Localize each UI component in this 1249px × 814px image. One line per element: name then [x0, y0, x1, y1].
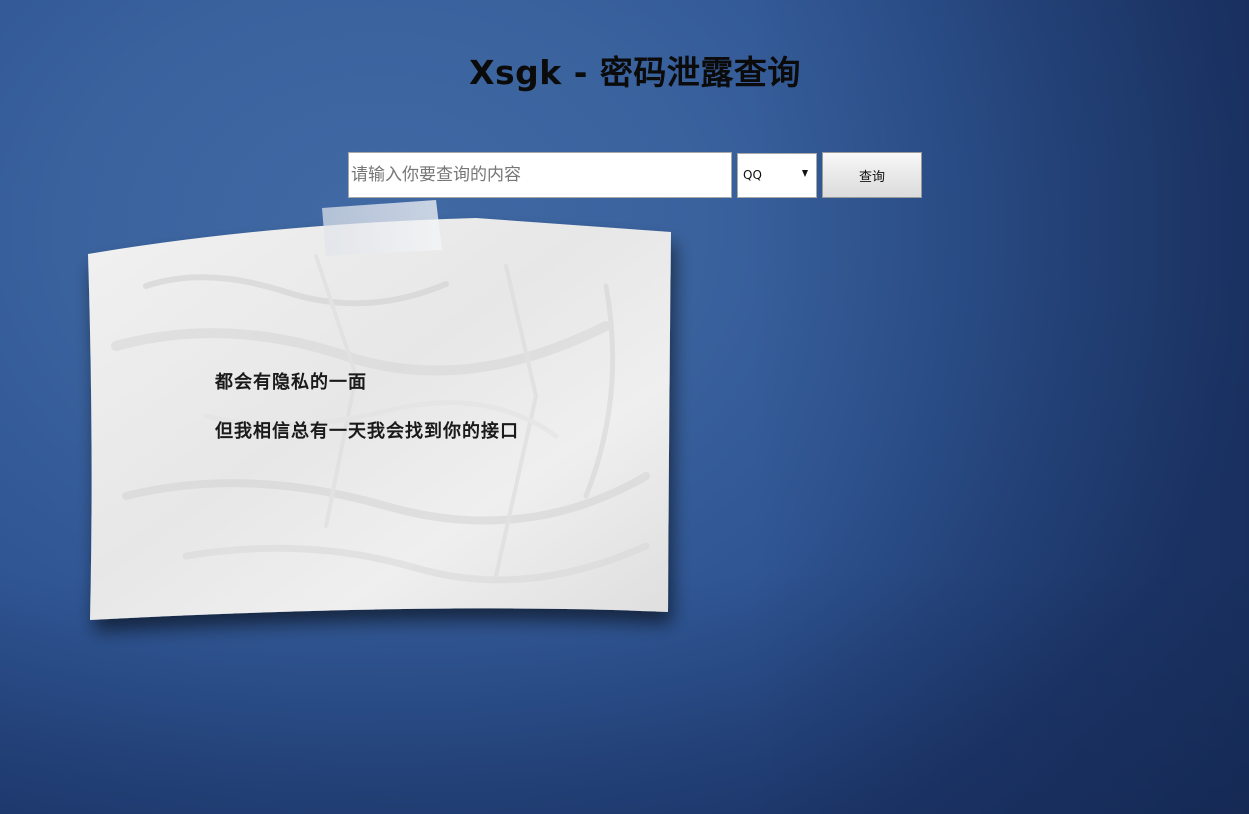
- paper-note: 都会有隐私的一面 但我相信总有一天我会找到你的接口: [86, 196, 686, 636]
- search-type-value: QQ: [743, 168, 762, 182]
- chevron-down-icon: [802, 170, 808, 177]
- note-line: 都会有隐私的一面: [215, 372, 367, 393]
- search-type-select[interactable]: QQ: [737, 153, 817, 198]
- query-button[interactable]: 查询: [822, 152, 922, 198]
- search-input[interactable]: [348, 152, 732, 198]
- crumpled-paper-image: [88, 200, 671, 620]
- page-title: Xsgk - 密码泄露查询: [469, 53, 801, 92]
- note-line: 但我相信总有一天我会找到你的接口: [215, 421, 519, 442]
